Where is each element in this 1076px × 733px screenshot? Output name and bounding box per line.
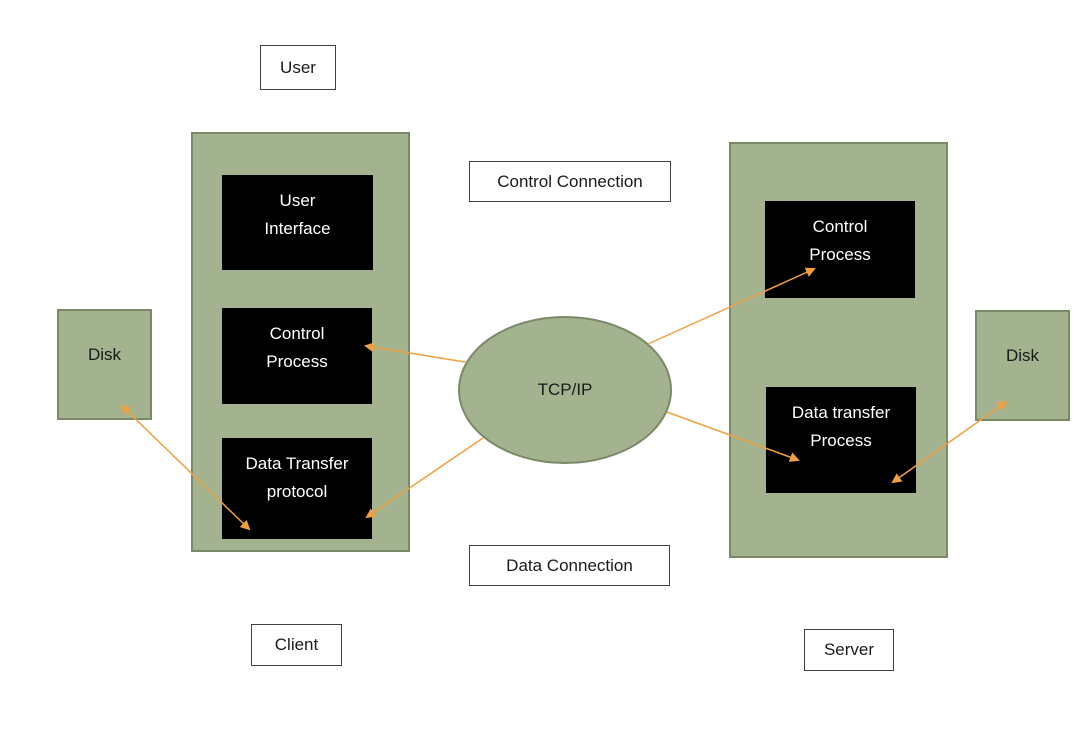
server-control-process-line2: Process — [809, 245, 871, 264]
client-data-transfer-line2: protocol — [266, 482, 328, 501]
tcp-ip-network: TCP/IP — [458, 316, 672, 464]
server-data-transfer-process: Data transfer Process — [766, 387, 916, 493]
server-data-transfer-line1: Data transfer — [791, 403, 891, 422]
client-user-interface: User Interface — [222, 175, 373, 270]
user-label: User — [260, 45, 336, 90]
server-disk: Disk — [975, 310, 1070, 421]
client-control-process: Control Process — [222, 308, 372, 404]
client-disk: Disk — [57, 309, 152, 420]
client-disk-label: Disk — [87, 345, 122, 364]
client-data-transfer-line1: Data Transfer — [245, 454, 349, 473]
client-user-interface-line1: User — [279, 191, 316, 210]
server-control-process: Control Process — [765, 201, 915, 298]
server-data-transfer-line2: Process — [810, 431, 872, 450]
server-control-process-line1: Control — [812, 217, 868, 236]
client-control-process-line2: Process — [266, 352, 328, 371]
tcp-ip-label: TCP/IP — [537, 380, 593, 399]
server-disk-label: Disk — [1005, 346, 1040, 365]
data-connection-label: Data Connection — [469, 545, 670, 586]
client-data-transfer-protocol: Data Transfer protocol — [222, 438, 372, 539]
client-user-interface-line2: Interface — [264, 219, 331, 238]
client-label: Client — [251, 624, 342, 666]
control-connection-label: Control Connection — [469, 161, 671, 202]
client-control-process-line1: Control — [269, 324, 325, 343]
server-label: Server — [804, 629, 894, 671]
